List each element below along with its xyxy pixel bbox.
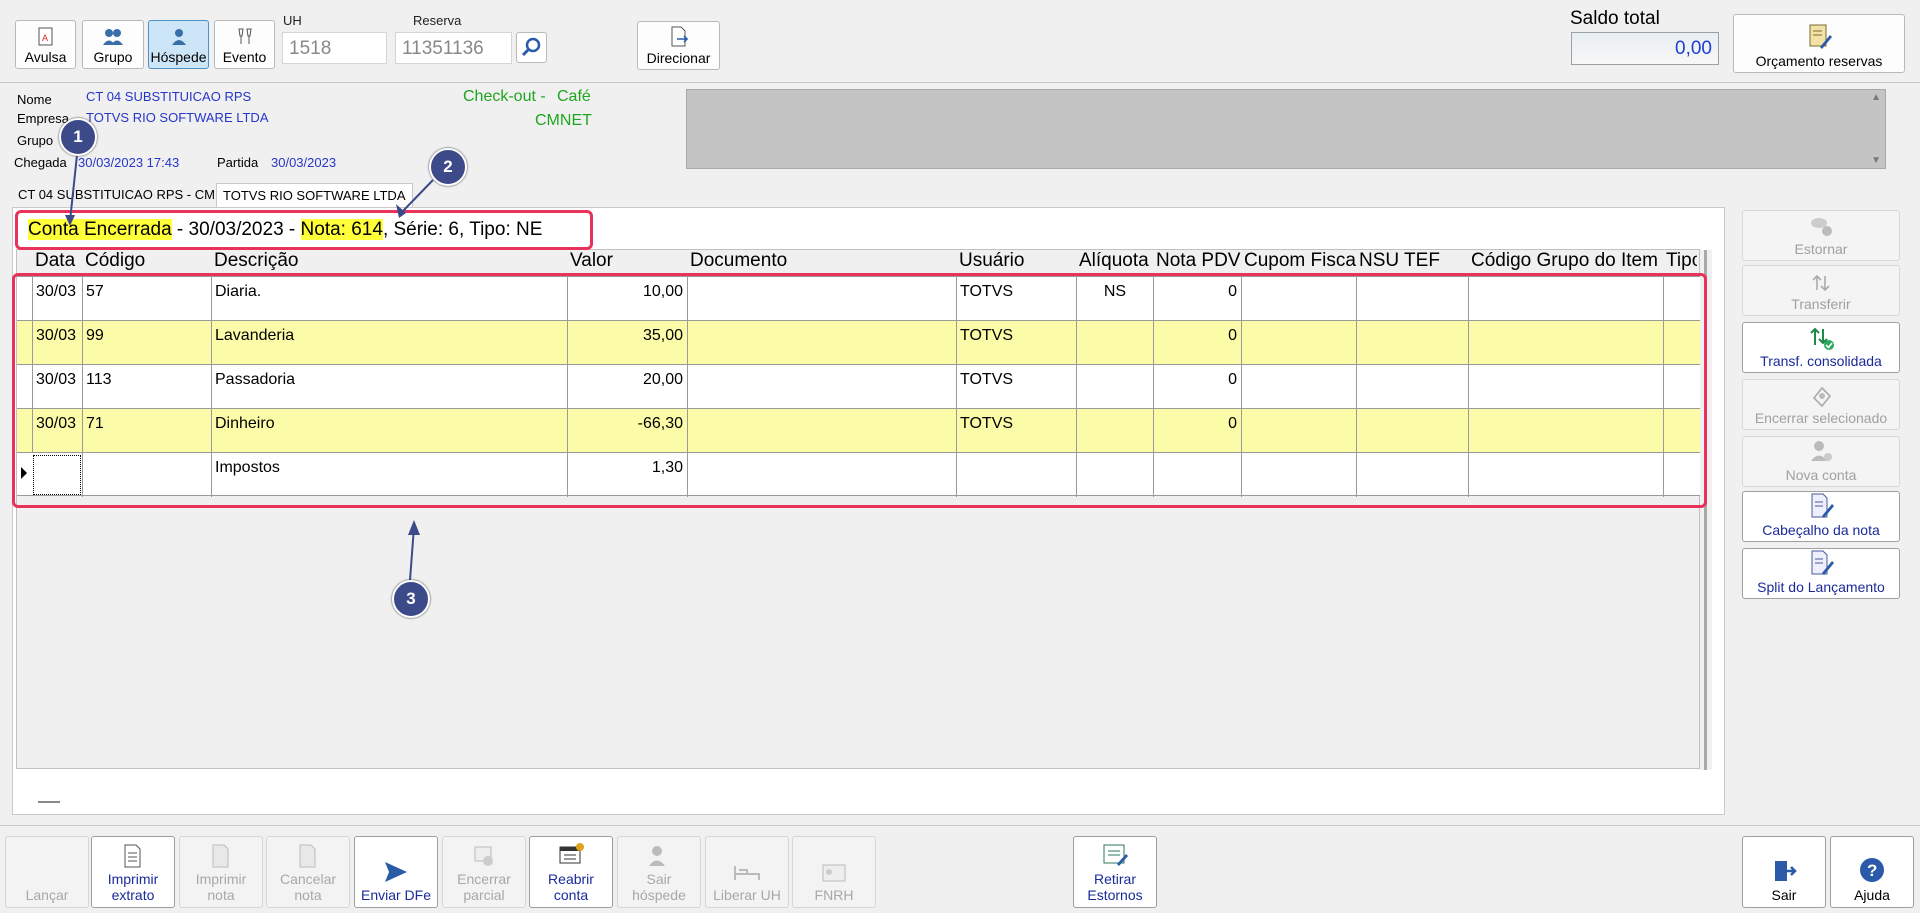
imprimir-nota-button[interactable]: Imprimir nota: [179, 836, 263, 908]
reabrir-conta-button[interactable]: Reabrir conta: [529, 836, 613, 908]
retirar-estornos-button[interactable]: Retirar Estornos: [1073, 836, 1157, 908]
encerrar-selecionado-label: Encerrar selecionado: [1754, 410, 1888, 426]
exit-door-icon: [1775, 861, 1797, 881]
encerrar-parcial-button[interactable]: Encerrar parcial: [442, 836, 526, 908]
sair-label: Sair: [1771, 887, 1797, 903]
encerrar-selecionado-button[interactable]: Encerrar selecionado: [1742, 379, 1900, 430]
close-selected-icon: [1812, 386, 1832, 408]
imprimir-extrato-line2: extrato: [111, 887, 155, 903]
reabrir-conta-line1: Reabrir: [548, 871, 594, 887]
retirar-estornos-line2: Estornos: [1087, 887, 1143, 903]
imprimir-nota-line2: nota: [207, 887, 235, 903]
transf-consolidada-label: Transf. consolidada: [1760, 353, 1882, 369]
split-lancamento-label: Split do Lançamento: [1757, 579, 1885, 595]
sair-hospede-line2: hóspede: [632, 887, 686, 903]
arrow-1-line: [69, 154, 78, 222]
estornar-label: Estornar: [1794, 241, 1848, 257]
transferir-button[interactable]: Transferir: [1742, 265, 1900, 316]
estornar-button[interactable]: Estornar: [1742, 210, 1900, 261]
print-statement-icon: [124, 844, 141, 868]
reverse-icon: [1811, 218, 1832, 236]
split-document-icon: [1811, 550, 1834, 575]
sair-hospede-button[interactable]: Sair hóspede: [617, 836, 701, 908]
liberar-uh-label: Liberar UH: [713, 887, 781, 903]
liberar-uh-button[interactable]: Liberar UH: [705, 836, 789, 908]
transfer-arrows-icon: [1812, 274, 1830, 292]
cancelar-nota-line2: nota: [294, 887, 322, 903]
enviar-dfe-label: Enviar DFe: [360, 887, 432, 903]
help-icon: ?: [1860, 858, 1884, 882]
lancar-label: Lançar: [25, 887, 69, 903]
reabrir-conta-line2: conta: [553, 887, 589, 903]
side-actions: Estornar Transferir Transf. consolidada …: [1730, 176, 1920, 824]
svg-text:?: ?: [1867, 861, 1877, 880]
annotation-badge-1: 1: [59, 118, 97, 156]
cancelar-nota-button[interactable]: Cancelar nota: [266, 836, 350, 908]
cabecalho-nota-label: Cabeçalho da nota: [1762, 522, 1880, 538]
bed-icon: [734, 866, 760, 880]
edit-document-icon: [1811, 493, 1834, 518]
ajuda-label: Ajuda: [1854, 887, 1890, 903]
arrow-2-head: [396, 204, 406, 218]
cancelar-nota-line1: Cancelar: [279, 871, 337, 887]
encerrar-parcial-line1: Encerrar: [457, 871, 511, 887]
guest-checkout-icon: [649, 846, 665, 866]
annotation-arrows: [65, 154, 434, 581]
sair-hospede-line1: Sair: [646, 871, 672, 887]
fnrh-label: FNRH: [814, 887, 854, 903]
imprimir-nota-line1: Imprimir: [195, 871, 247, 887]
transfer-check-icon: [1810, 327, 1834, 350]
arrow-2-line: [402, 179, 434, 212]
nova-conta-label: Nova conta: [1785, 467, 1857, 483]
arrow-3-head: [408, 520, 420, 535]
enviar-dfe-button[interactable]: Enviar DFe: [354, 836, 438, 908]
fnrh-button[interactable]: FNRH: [792, 836, 876, 908]
lancar-button[interactable]: Lançar: [5, 836, 89, 908]
transferir-label: Transferir: [1791, 296, 1851, 312]
encerrar-parcial-line2: parcial: [463, 887, 505, 903]
retirar-estornos-line1: Retirar: [1093, 871, 1136, 887]
new-account-icon: [1811, 441, 1832, 461]
annotation-badge-2: 2: [429, 148, 467, 186]
annotation-badge-3: 3: [392, 580, 430, 618]
form-icon: [822, 864, 846, 882]
partial-close-icon: [474, 846, 493, 866]
send-icon: [385, 862, 407, 882]
print-invoice-icon: [212, 844, 229, 868]
bottom-actions: Lançar Imprimir extrato Imprimir nota Ca…: [0, 825, 1920, 913]
cancel-invoice-icon: [299, 844, 316, 868]
nova-conta-button[interactable]: Nova conta: [1742, 436, 1900, 487]
arrow-1-head: [65, 215, 75, 226]
reopen-account-icon: [559, 843, 584, 864]
ajuda-button[interactable]: ? Ajuda: [1830, 836, 1914, 908]
cabecalho-nota-button[interactable]: Cabeçalho da nota: [1742, 491, 1900, 542]
sair-button[interactable]: Sair: [1742, 836, 1826, 908]
imprimir-extrato-line1: Imprimir: [107, 871, 159, 887]
imprimir-extrato-button[interactable]: Imprimir extrato: [91, 836, 175, 908]
transf-consolidada-button[interactable]: Transf. consolidada: [1742, 322, 1900, 373]
split-lancamento-button[interactable]: Split do Lançamento: [1742, 548, 1900, 599]
remove-reversals-icon: [1103, 844, 1128, 866]
